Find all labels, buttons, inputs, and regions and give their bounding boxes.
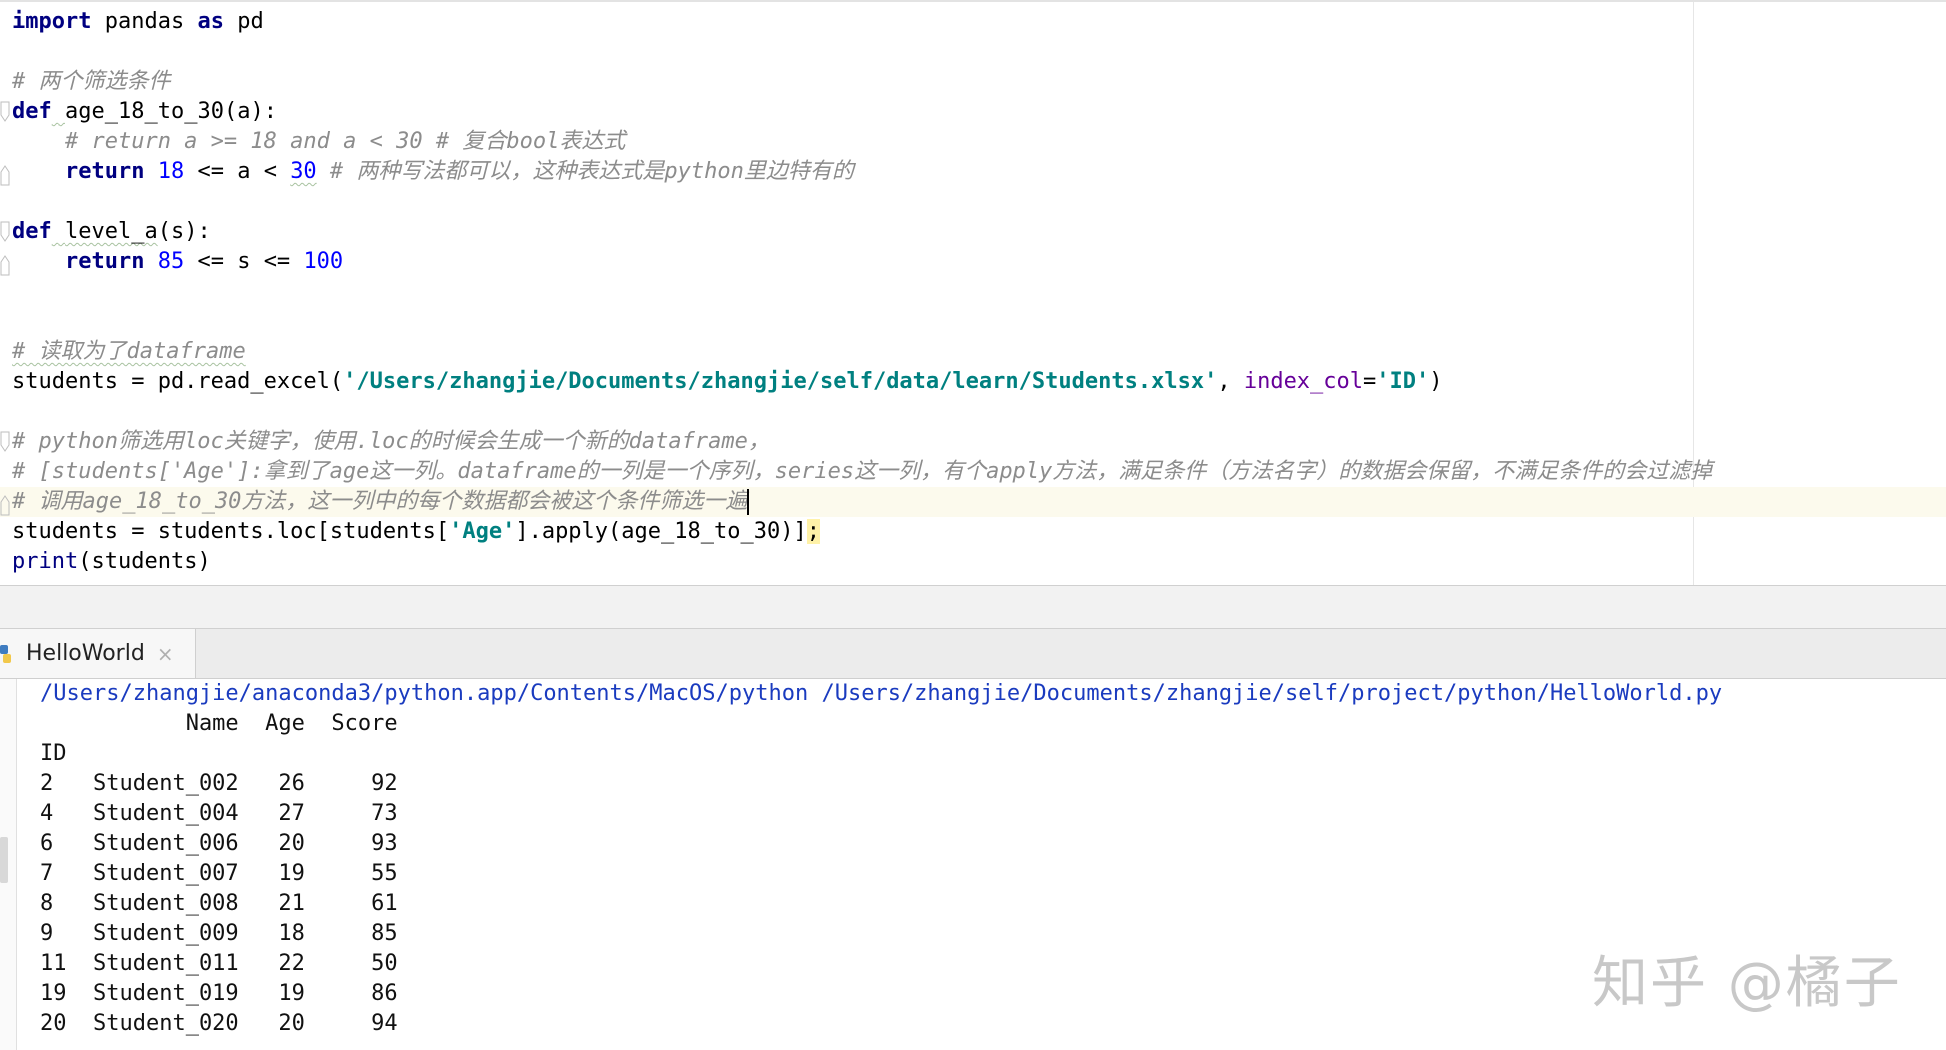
- code-text: students = students.loc[students[: [12, 519, 450, 544]
- console-index-name: ID: [40, 741, 67, 766]
- panel-splitter[interactable]: [0, 585, 1946, 629]
- code-text: (a):: [223, 99, 277, 124]
- code-text: (s):: [157, 219, 211, 244]
- fold-marker-icon[interactable]: [0, 221, 10, 243]
- keyword: as: [197, 9, 224, 34]
- keyword: def: [12, 99, 52, 124]
- builtin-function: print: [12, 549, 79, 574]
- run-tool-window-tabs: HelloWorld ×: [0, 629, 1946, 679]
- code-text: ,: [1217, 369, 1244, 394]
- run-tab-label: HelloWorld: [26, 641, 145, 666]
- code-text: <= s <=: [184, 249, 304, 274]
- code-line-1[interactable]: import pandas as pd: [12, 7, 264, 37]
- console-row: 2 Student_002 26 92: [40, 771, 398, 796]
- code-line-15[interactable]: # python筛选用loc关键字，使用.loc的时候会生成一个新的datafr…: [12, 427, 770, 457]
- console-gutter: [0, 679, 17, 1050]
- fold-end-marker-icon[interactable]: [0, 254, 10, 276]
- code-text: (students): [78, 549, 211, 574]
- code-line-19[interactable]: print(students): [12, 547, 211, 577]
- code-line-8[interactable]: def level_a(s):: [12, 217, 211, 247]
- comment: # [students['Age']:拿到了age这一列。dataframe的一…: [12, 459, 1713, 484]
- string-literal: 'ID': [1376, 369, 1430, 394]
- comment: # 两种写法都可以，这种表达式是python里边特有的: [316, 159, 854, 184]
- keyword: import: [12, 9, 92, 34]
- string-literal: 'Age': [449, 519, 516, 544]
- highlighted-semicolon: ;: [806, 519, 820, 544]
- code-text: pandas: [91, 9, 198, 34]
- code-text: ): [1429, 369, 1443, 394]
- string-literal: '/Users/zhangjie/Documents/zhangjie/self…: [343, 369, 1218, 394]
- number: 18: [157, 159, 185, 184]
- console-table-header: Name Age Score: [40, 711, 398, 736]
- code-text: =: [1363, 369, 1377, 394]
- fold-marker-icon[interactable]: [0, 101, 10, 123]
- text-caret: [747, 489, 750, 515]
- code-text: pd: [223, 9, 264, 34]
- code-text: students = pd.read_excel(: [12, 369, 344, 394]
- console-scroll-thumb[interactable]: [0, 837, 8, 883]
- function-name: level_a: [65, 219, 158, 244]
- code-line-17-current[interactable]: # 调用age_18_to_30方法，这一列中的每个数据都会被这个条件筛选一遍: [0, 487, 1946, 517]
- code-line-12[interactable]: # 读取为了dataframe: [12, 337, 246, 367]
- console-row: 7 Student_007 19 55: [40, 861, 398, 886]
- number: 30: [290, 159, 317, 184]
- keyword-argument: index_col: [1243, 369, 1364, 394]
- comment: # 调用age_18_to_30方法，这一列中的每个数据都会被这个条件筛选一遍: [12, 489, 748, 514]
- comment: # 两个筛选条件: [12, 69, 171, 94]
- python-file-icon: [0, 642, 14, 666]
- code-line-13[interactable]: students = pd.read_excel('/Users/zhangji…: [12, 367, 1443, 397]
- console-row: 11 Student_011 22 50: [40, 951, 398, 976]
- run-tab-helloworld[interactable]: HelloWorld ×: [0, 629, 196, 678]
- comment: # return a >= 18 and a < 30 # 复合bool表达式: [12, 129, 626, 154]
- keyword: return: [64, 249, 145, 274]
- number: 100: [303, 249, 344, 274]
- watermark: 知乎 @橘子: [1592, 951, 1902, 1016]
- code-line-18[interactable]: students = students.loc[students['Age'].…: [12, 517, 820, 547]
- code-line-5[interactable]: # return a >= 18 and a < 30 # 复合bool表达式: [12, 127, 625, 157]
- close-icon[interactable]: ×: [157, 642, 174, 666]
- console-row: 8 Student_008 21 61: [40, 891, 398, 916]
- code-editor[interactable]: import pandas as pd # 两个筛选条件 def age_18_…: [0, 0, 1946, 585]
- function-name: age_18_to_30: [65, 99, 224, 124]
- number: 85: [157, 249, 185, 274]
- fold-end-marker-icon[interactable]: [0, 494, 10, 516]
- console-row: 6 Student_006 20 93: [40, 831, 398, 856]
- code-line-3[interactable]: # 两个筛选条件: [12, 67, 171, 97]
- fold-end-marker-icon[interactable]: [0, 164, 10, 186]
- console-row: 19 Student_019 19 86: [40, 981, 398, 1006]
- keyword: def: [12, 219, 52, 244]
- console-row: 9 Student_009 18 85: [40, 921, 398, 946]
- code-line-6[interactable]: return 18 <= a < 30 # 两种写法都可以，这种表达式是pyth…: [12, 157, 854, 187]
- code-text: <= a <: [184, 159, 291, 184]
- fold-marker-icon[interactable]: [0, 431, 10, 453]
- code-line-9[interactable]: return 85 <= s <= 100: [12, 247, 343, 277]
- code-line-4[interactable]: def age_18_to_30(a):: [12, 97, 277, 127]
- console-command-line: /Users/zhangjie/anaconda3/python.app/Con…: [40, 681, 1723, 706]
- code-text: ].apply(age_18_to_30)]: [515, 519, 807, 544]
- comment: # 读取为了dataframe: [12, 339, 246, 364]
- console-row: 4 Student_004 27 73: [40, 801, 398, 826]
- console-row: 20 Student_020 20 94: [40, 1011, 398, 1036]
- keyword: return: [64, 159, 145, 184]
- code-line-16[interactable]: # [students['Age']:拿到了age这一列。dataframe的一…: [12, 457, 1712, 487]
- comment: # python筛选用loc关键字，使用.loc的时候会生成一个新的datafr…: [12, 429, 770, 454]
